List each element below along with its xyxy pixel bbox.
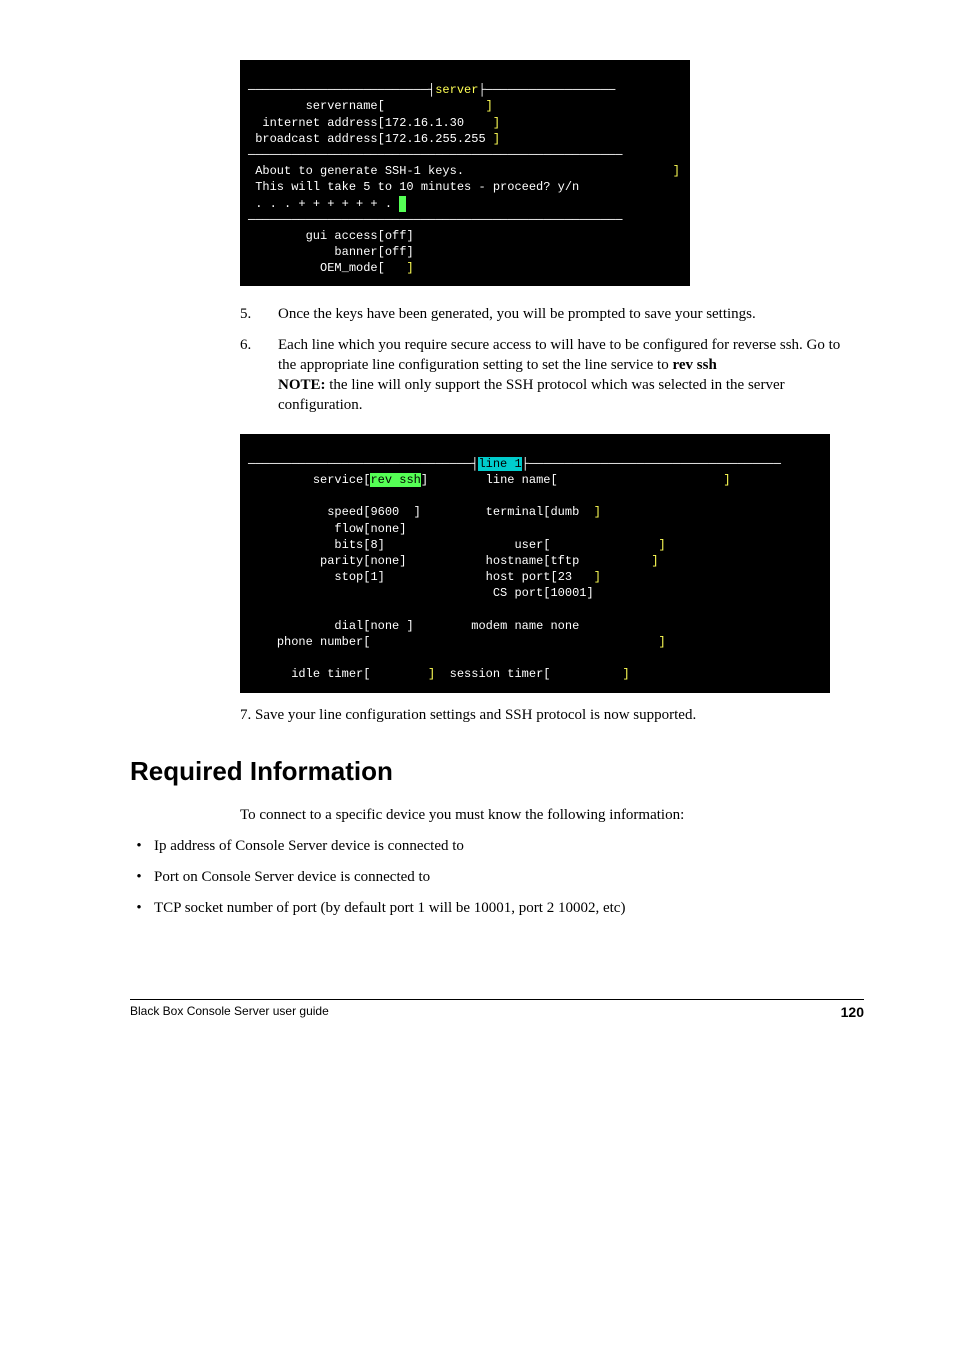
step-6-number: 6. <box>240 335 268 416</box>
bullet-1: • Ip address of Console Server device is… <box>130 836 730 857</box>
dial-label: dial <box>334 619 363 633</box>
modemname-value: none <box>550 619 579 633</box>
terminal-title: server <box>435 82 478 98</box>
service-value: rev ssh <box>370 473 420 487</box>
speed-label: speed <box>327 505 363 519</box>
stop-label: stop <box>334 570 363 584</box>
bullet-3-text: TCP socket number of port (by default po… <box>154 898 625 919</box>
hostname-label: hostname <box>486 554 544 568</box>
step-list: 5. Once the keys have been generated, yo… <box>240 304 864 415</box>
service-label: service <box>313 473 363 487</box>
flow-value: none <box>370 522 399 536</box>
required-info-intro: To connect to a specific device you must… <box>240 805 840 826</box>
banner-label: banner <box>334 245 377 259</box>
hostport-label: host port <box>486 570 551 584</box>
page-container: ─────────────────────────┤server├───────… <box>0 0 954 1080</box>
linename-label: line name <box>486 473 551 487</box>
hostport-value: 23 <box>558 570 572 584</box>
banner-value: off <box>385 245 407 259</box>
cursor-icon <box>399 196 406 212</box>
hostname-value: tftp <box>550 554 579 568</box>
note-label: NOTE: <box>278 377 326 393</box>
gui-access-label: gui access <box>306 229 378 243</box>
step-5-number: 5. <box>240 304 268 324</box>
footer-title: Black Box Console Server user guide <box>130 1004 329 1020</box>
bullet-2: • Port on Console Server device is conne… <box>130 867 730 888</box>
internet-addr-value: 172.16.1.30 <box>385 116 464 130</box>
speed-value: 9600 <box>370 505 399 519</box>
modemname-label: modem name <box>471 619 543 633</box>
broadcast-addr-value: 172.16.255.255 <box>385 132 486 146</box>
internet-addr-label: internet address <box>262 116 377 130</box>
step-5: 5. Once the keys have been generated, yo… <box>240 304 864 324</box>
step-6-text: Each line which you require secure acces… <box>278 335 858 416</box>
parity-label: parity <box>320 554 363 568</box>
bits-value: 8 <box>370 538 377 552</box>
step-6: 6. Each line which you require secure ac… <box>240 335 864 416</box>
page-footer: Black Box Console Server user guide 120 <box>130 999 864 1020</box>
ssh-proceed-prompt: This will take 5 to 10 minutes - proceed… <box>255 180 579 194</box>
required-info-heading: Required Information <box>130 756 864 787</box>
sessiontimer-label: session timer <box>450 667 544 681</box>
ssh-generate-msg: About to generate SSH-1 keys. <box>255 164 464 178</box>
step-6-body: Each line which you require secure acces… <box>278 337 840 373</box>
required-info-bullets: • Ip address of Console Server device is… <box>130 836 730 919</box>
step-7-text: 7. Save your line configuration settings… <box>240 707 864 724</box>
bullet-icon: • <box>130 867 148 888</box>
dial-value: none <box>370 619 399 633</box>
server-terminal-screenshot: ─────────────────────────┤server├───────… <box>240 60 690 286</box>
servername-label: servername <box>306 99 378 113</box>
bullet-icon: • <box>130 836 148 857</box>
page-number: 120 <box>841 1004 864 1020</box>
rev-ssh-keyword: rev ssh <box>672 357 716 373</box>
ssh-progress-dots: . . . + + + + + + . <box>255 197 392 211</box>
idletimer-label: idle timer <box>291 667 363 681</box>
bullet-icon: • <box>130 898 148 919</box>
step-5-text: Once the keys have been generated, you w… <box>278 304 756 324</box>
terminal-type-label: terminal <box>486 505 544 519</box>
csport-label: CS port <box>493 586 543 600</box>
terminal-type-value: dumb <box>550 505 579 519</box>
csport-value: 10001 <box>550 586 586 600</box>
bullet-1-text: Ip address of Console Server device is c… <box>154 836 464 857</box>
gui-access-value: off <box>385 229 407 243</box>
bullet-2-text: Port on Console Server device is connect… <box>154 867 430 888</box>
line-terminal-title: line 1 <box>478 457 521 471</box>
bits-label: bits <box>334 538 363 552</box>
line-terminal-screenshot: ───────────────────────────────┤line 1├─… <box>240 434 830 693</box>
stop-value: 1 <box>370 570 377 584</box>
broadcast-addr-label: broadcast address <box>255 132 377 146</box>
oem-mode-label: OEM_mode <box>320 261 378 275</box>
flow-label: flow <box>334 522 363 536</box>
parity-value: none <box>370 554 399 568</box>
note-text: the line will only support the SSH proto… <box>278 377 785 413</box>
user-label: user <box>514 538 543 552</box>
bullet-3: • TCP socket number of port (by default … <box>130 898 730 919</box>
phone-label: phone number <box>277 635 363 649</box>
